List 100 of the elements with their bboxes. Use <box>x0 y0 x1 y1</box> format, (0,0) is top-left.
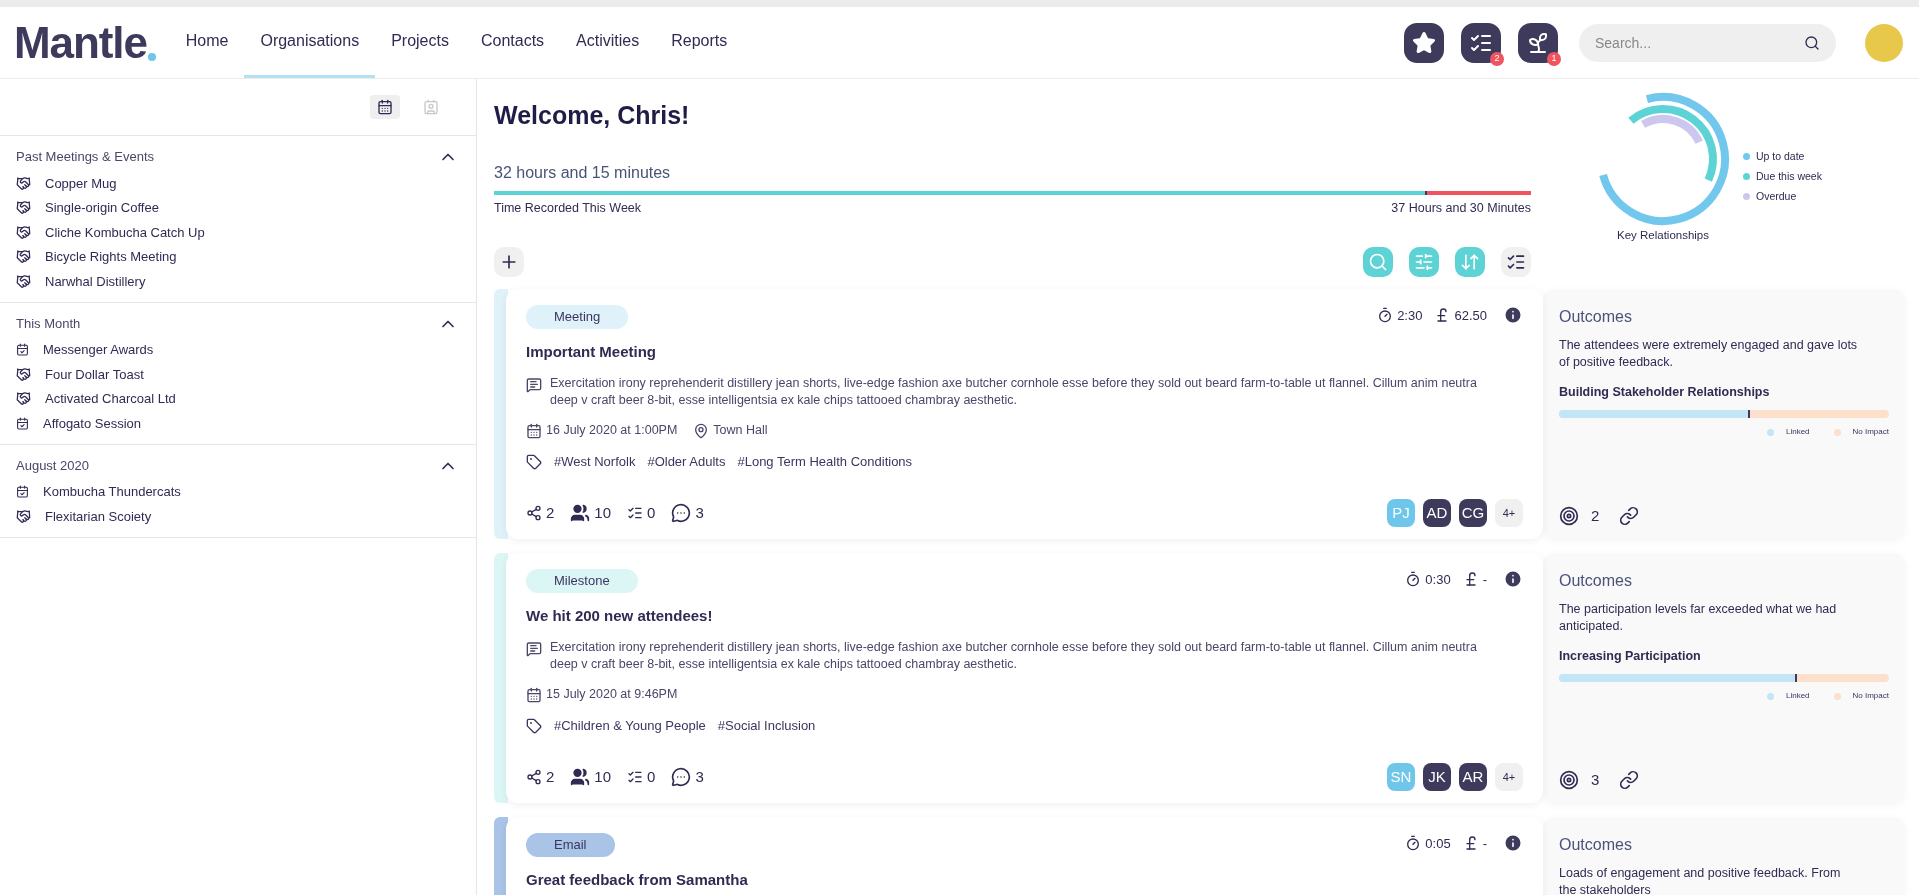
calendar-icon <box>526 686 542 703</box>
attendees-count: 10 <box>594 503 612 523</box>
more-people-button[interactable]: 4+ <box>1495 763 1523 792</box>
handshake-icon <box>16 200 31 216</box>
sidebar-item[interactable]: Cliche Kombucha Catch Up <box>45 222 205 242</box>
tasks-count: 0 <box>647 767 656 787</box>
section-title: This Month <box>16 314 81 333</box>
speech-bubble-icon <box>671 767 692 788</box>
nav-tab[interactable]: Projects <box>375 7 465 78</box>
hashtag-link[interactable]: #Long Term Health Conditions <box>737 452 913 472</box>
shares-count: 2 <box>546 503 555 523</box>
activity-description: Exercitation irony reprehenderit distillery jean shorts, live-edge fashion axe butcher cornhole esse before they sold out beard farm-to-table ut flannel. Cillum anim neutra deep v craft beer 8-bit, esse intelligentsia ex kale chips tattooed chambray aesthetic. <box>550 375 1478 410</box>
outcomes-title: Outcomes <box>1559 307 1633 328</box>
location-pin-icon <box>693 422 710 439</box>
activity-location: Town Hall <box>713 422 768 440</box>
sidebar-item[interactable]: Flexitarian Scoiety <box>45 506 152 526</box>
info-icon[interactable] <box>1503 305 1523 326</box>
info-icon[interactable] <box>1503 569 1523 590</box>
comments-count: 3 <box>695 767 704 787</box>
activity-date: 16 July 2020 at 1:00PM <box>546 422 678 440</box>
tasks-count: 0 <box>647 503 656 523</box>
legend-label: Linked <box>1785 426 1810 438</box>
legend-label: Overdue <box>1756 188 1797 204</box>
hashtag-link[interactable]: #Older Adults <box>647 452 726 472</box>
header-action-button[interactable] <box>1404 22 1444 63</box>
search-icon <box>1804 34 1820 51</box>
comments-count: 3 <box>695 503 704 523</box>
star-icon <box>1412 30 1436 55</box>
avatar-initials[interactable]: AR <box>1459 763 1487 792</box>
section-title: Past Meetings & Events <box>16 148 154 167</box>
chart-title: Key Relationships <box>1616 228 1710 243</box>
info-icon[interactable] <box>1503 833 1523 854</box>
calendar-check-icon <box>16 343 29 357</box>
nav-tab[interactable]: Reports <box>655 7 744 78</box>
people-icon <box>570 767 591 788</box>
section-title: August 2020 <box>16 456 89 475</box>
sprout-icon <box>1526 30 1550 55</box>
contact-card-icon <box>423 99 439 115</box>
nav-tab[interactable]: Contacts <box>464 7 561 78</box>
nav-tab[interactable]: Activities <box>560 7 656 78</box>
duration-text: 0:05 <box>1425 834 1451 853</box>
stopwatch-icon <box>1377 307 1394 324</box>
sidebar-item[interactable]: Four Dollar Toast <box>45 364 144 384</box>
avatar-initials[interactable]: AD <box>1423 499 1451 528</box>
calendar-icon <box>526 422 542 439</box>
stopwatch-icon <box>1405 835 1422 852</box>
notification-badge: 2 <box>1490 51 1504 66</box>
outcome-text: Loads of engagement and positive feedback. From the stakeholders <box>1559 865 1842 895</box>
legend-label: No Impact <box>1852 426 1889 438</box>
avatar-initials[interactable]: JK <box>1423 763 1451 792</box>
cost-text: 62.50 <box>1454 306 1487 325</box>
activity-type-tag: Milestone <box>526 569 638 593</box>
sidebar-item[interactable]: Bicycle Rights Meeting <box>45 247 177 267</box>
activity-title: We hit 200 new attendees! <box>526 605 714 626</box>
duration-text: 2:30 <box>1397 306 1423 325</box>
search-field[interactable]: Search... <box>1579 23 1836 62</box>
legend-label: Linked <box>1785 690 1810 702</box>
legend-label: Due this week <box>1756 168 1822 184</box>
outcome-measure: Increasing Participation <box>1559 648 1702 666</box>
handshake-icon <box>16 249 31 265</box>
comment-icon <box>526 641 542 658</box>
target-icon <box>1559 770 1579 790</box>
sidebar-item[interactable]: Messenger Awards <box>43 340 154 360</box>
handshake-icon <box>16 508 31 524</box>
calendar-icon <box>377 99 393 115</box>
search-icon <box>1368 252 1388 273</box>
people-icon <box>570 503 591 524</box>
hashtag-link[interactable]: #Children & Young People <box>554 716 706 736</box>
toolbar-button[interactable] <box>494 247 524 278</box>
time-recorded-label: Time Recorded This Week <box>494 199 642 217</box>
calendar-check-icon <box>16 416 29 430</box>
sidebar-item[interactable]: Narwhal Distillery <box>45 271 146 291</box>
duration-text: 0:30 <box>1425 570 1451 589</box>
sidebar-item[interactable]: Single-origin Coffee <box>45 198 159 218</box>
sidebar-item[interactable]: Activated Charcoal Ltd <box>45 389 176 409</box>
nav-tab[interactable]: Home <box>169 7 245 78</box>
sidebar-item[interactable]: Kombucha Thundercats <box>43 482 181 502</box>
handshake-icon <box>16 273 31 289</box>
activity-date: 15 July 2020 at 9:46PM <box>546 686 678 704</box>
cost-text: - <box>1482 834 1487 853</box>
avatar-initials[interactable]: CG <box>1459 499 1487 528</box>
outcome-text: The attendees were extremely engaged and gave lots of positive feedback. <box>1559 337 1859 372</box>
link-icon[interactable] <box>1619 770 1640 790</box>
view-toggle-button[interactable] <box>370 95 400 119</box>
link-icon[interactable] <box>1619 506 1640 526</box>
more-people-button[interactable]: 4+ <box>1495 499 1523 528</box>
outcomes-title: Outcomes <box>1559 571 1633 592</box>
toolbar-button[interactable] <box>1501 247 1531 278</box>
activity-description: Exercitation irony reprehenderit distillery jean shorts, live-edge fashion axe butcher cornhole esse before they sold out beard farm-to-table ut flannel. Cillum anim neutra deep v craft beer 8-bit, esse intelligentsia ex kale chips tattooed chambray aesthetic. <box>550 639 1478 674</box>
outcomes-title: Outcomes <box>1559 835 1633 856</box>
attendees-count: 10 <box>594 767 612 787</box>
hashtag-link[interactable]: #Social Inclusion <box>717 716 816 736</box>
outcome-measure: Building Stakeholder Relationships <box>1559 384 1771 402</box>
nav-tab[interactable]: Organisations <box>244 7 376 78</box>
sidebar-item[interactable]: Affogato Session <box>43 413 142 433</box>
welcome-heading: Welcome, Chris! <box>494 100 691 131</box>
impacts-count: 2 <box>1591 505 1600 526</box>
sidebar-item[interactable]: Copper Mug <box>45 173 117 193</box>
impacts-count: 3 <box>1591 769 1600 790</box>
hashtag-link[interactable]: #West Norfolk <box>554 452 636 472</box>
